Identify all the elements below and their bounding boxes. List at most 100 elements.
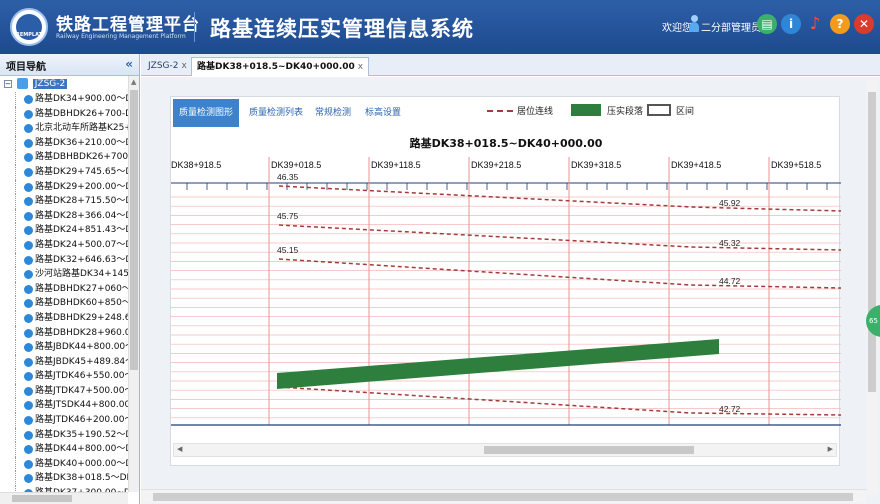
main-hscroll-thumb[interactable] [153, 493, 853, 501]
tree-item-label[interactable]: 路基DBHDK28+960.00~D [23, 326, 128, 341]
tree-item-label[interactable]: 路基DK28+366.04～DK28 [23, 209, 128, 224]
tree-item[interactable]: 路基JTSDK44+800.00～JT [0, 398, 128, 413]
tree-root-label[interactable]: JZSG-2 [32, 79, 68, 89]
tree-item-label[interactable]: 北京北动车所路基K25+35 [23, 121, 128, 136]
tree-item[interactable]: 路基DK28+715.50～DK29 [0, 194, 128, 209]
tree-item[interactable]: 路基DK40+000.00～DK40- [0, 456, 128, 472]
tab-routine-check[interactable]: 常规检测 [315, 99, 351, 127]
bell-icon[interactable]: ♪ [805, 14, 825, 34]
project-tree: − JZSG-2 路基DK34+900.00～DK34路基DBHDK26+700… [0, 76, 128, 492]
tree-item-label[interactable]: 路基DBHBDK26+700-DBI [23, 150, 128, 165]
tab-close-icon[interactable]: x [181, 61, 186, 71]
tree-item-label[interactable]: 路基DK32+646.63～DK33 [23, 253, 128, 268]
project-icon [16, 78, 28, 89]
chart-hscroll-thumb[interactable] [484, 446, 694, 454]
tree-item[interactable]: 路基DBHDK27+060～DBH [0, 281, 128, 297]
main-hscrollbar[interactable] [141, 489, 867, 503]
tree-item[interactable]: 路基DBHDK28+960.00~D [0, 325, 128, 341]
compacted-segment [277, 339, 719, 389]
compaction-chart: DK38+918.5 DK39+018.5 DK39+118.5 DK39+218.5… [171, 157, 841, 426]
tree-item-label[interactable]: 路基DBHDK29+248.61-D [23, 311, 128, 326]
scroll-up-icon[interactable]: ▲ [131, 78, 136, 86]
scroll-left-icon[interactable]: ◀ [177, 445, 182, 453]
tree-item-label[interactable]: 路基DBHDK27+060～DBH [23, 282, 128, 297]
tree-item-label[interactable]: 路基DK36+210.00～DK32 [23, 136, 128, 151]
tree-item-label[interactable]: 路基DK34+900.00～DK34 [23, 92, 128, 107]
tree-item[interactable]: 路基DK32+646.63～DK33 [0, 252, 128, 268]
tree-item[interactable]: 路基JTDK46+200.00～JTD [0, 413, 128, 428]
tree-item-label[interactable]: 路基JTDK46+200.00～JTD [23, 413, 128, 428]
tab-roadbed-section[interactable]: 路基DK38+018.5~DK40+000.00 x [191, 57, 370, 76]
tree-item-label[interactable]: 路基JTSDK44+800.00～JT [23, 398, 128, 413]
tree-item[interactable]: 路基DK36+210.00～DK32 [0, 135, 128, 151]
tree-item-label[interactable]: 路基DK35+190.52～DK37- [23, 428, 128, 443]
tree-item[interactable]: 路基DK29+200.00～DK29 [0, 179, 128, 195]
tab-elevation-settings[interactable]: 标高设置 [365, 99, 401, 127]
tree-item[interactable]: 路基DK29+745.65～DK30 [0, 164, 128, 180]
sidebar-header: 项目导航 « [0, 54, 139, 76]
sidebar-title: 项目导航 [6, 62, 46, 73]
tree-item-label[interactable]: 路基JTDK47+500.00～JTD [23, 384, 128, 399]
tab-jzsg2[interactable]: JZSG-2 x [143, 57, 192, 76]
user-name[interactable]: 二分部管理员 [701, 19, 761, 34]
tree-item[interactable]: 路基DK28+366.04～DK28 [0, 208, 128, 224]
tree-item[interactable]: 路基DK44+800.00～DK45- [0, 442, 128, 457]
tab-quality-graph[interactable]: 质量检测图形 [173, 99, 239, 127]
tree-item[interactable]: 路基DK38+018.5～DK40+ [0, 471, 128, 486]
tree-item[interactable]: 路基JBDK44+800.00～JBD [0, 340, 128, 355]
save-icon[interactable]: ▤ [757, 14, 777, 34]
tree-item[interactable]: 路基JTDK46+550.00～JTD [0, 369, 128, 384]
tree-item-label[interactable]: 路基DBHDK26+700-DBH [23, 107, 128, 122]
tree-item-label[interactable]: 路基DK28+715.50～DK29 [23, 194, 128, 209]
tree-item[interactable]: 路基DBHDK60+850～DBI [0, 296, 128, 311]
main-vscroll-thumb[interactable] [868, 92, 876, 392]
tree-item[interactable]: 路基JTDK47+500.00～JTD [0, 383, 128, 399]
help-icon[interactable]: ? [830, 14, 850, 34]
position-line [278, 386, 841, 416]
legend-compacted-swatch [571, 104, 601, 116]
tree-item-label[interactable]: 路基DK24+851.43～DK25 [23, 223, 128, 238]
close-icon[interactable]: ✕ [854, 14, 874, 34]
chart-title: 路基DK38+018.5~DK40+000.00 [409, 137, 603, 150]
tab-quality-list[interactable]: 质量检测列表 [249, 99, 303, 127]
scroll-right-icon[interactable]: ▶ [828, 445, 833, 453]
main-vscrollbar[interactable] [867, 80, 878, 495]
tree-item[interactable]: 路基DK24+851.43～DK25 [0, 223, 128, 238]
section-icon [24, 138, 33, 148]
tree-item-label[interactable]: 沙河站路基DK34+145.3 [23, 267, 128, 282]
sidebar-scroll-thumb[interactable] [130, 90, 138, 370]
tree-item-label[interactable]: 路基JBDK45+489.84～JBD [23, 355, 128, 370]
info-icon[interactable]: i [781, 14, 801, 34]
collapse-sidebar-button[interactable]: « [125, 57, 133, 71]
collapse-toggle-icon[interactable]: − [4, 79, 12, 88]
chart-hscrollbar[interactable]: ◀ ▶ [173, 443, 837, 457]
tree-root[interactable]: − JZSG-2 [0, 76, 128, 92]
x-tick-label: DK39+418.5 [671, 160, 721, 170]
tree-item-label[interactable]: 路基JTDK46+550.00～JTD [23, 369, 128, 384]
tree-item[interactable]: 路基DK34+900.00～DK34 [0, 92, 128, 107]
tree-item[interactable]: 路基DBHDK26+700-DBH [0, 106, 128, 122]
tree-item-label[interactable]: 路基DBHDK60+850～DBI [23, 296, 128, 311]
tree-item[interactable]: 北京北动车所路基K25+35 [0, 121, 128, 136]
tree-item-label[interactable]: 路基DK44+800.00～DK45- [23, 442, 128, 457]
sidebar-hscroll-thumb[interactable] [12, 495, 72, 502]
tree-item[interactable]: 路基DK35+190.52～DK37- [0, 427, 128, 443]
section-icon [24, 386, 33, 396]
tree-item-label[interactable]: 路基DK38+018.5～DK40+ [23, 471, 128, 486]
tree-item-label[interactable]: 路基JBDK44+800.00～JBD [23, 340, 128, 355]
tree-item[interactable]: 路基JBDK45+489.84～JBD [0, 354, 128, 370]
tree-item-label[interactable]: 路基DK29+200.00～DK29 [23, 180, 128, 195]
sidebar-scrollbar[interactable]: ▲ [128, 76, 139, 492]
tree-item[interactable]: 路基DK24+500.07～DK24 [0, 237, 128, 253]
tree-item-label[interactable]: 路基DK29+745.65～DK30 [23, 165, 128, 180]
x-tick-label: DK39+518.5 [771, 160, 821, 170]
tree-item[interactable]: 路基DBHBDK26+700-DBI [0, 150, 128, 165]
tab-close-icon[interactable]: x [358, 62, 363, 72]
section-icon [24, 109, 33, 119]
section-icon [24, 284, 33, 294]
tree-item[interactable]: 沙河站路基DK34+145.3 [0, 267, 128, 282]
sidebar-hscrollbar[interactable] [0, 492, 128, 504]
tree-item-label[interactable]: 路基DK40+000.00～DK40- [23, 457, 128, 472]
tree-item[interactable]: 路基DBHDK29+248.61-D [0, 310, 128, 326]
tree-item-label[interactable]: 路基DK24+500.07～DK24 [23, 238, 128, 253]
